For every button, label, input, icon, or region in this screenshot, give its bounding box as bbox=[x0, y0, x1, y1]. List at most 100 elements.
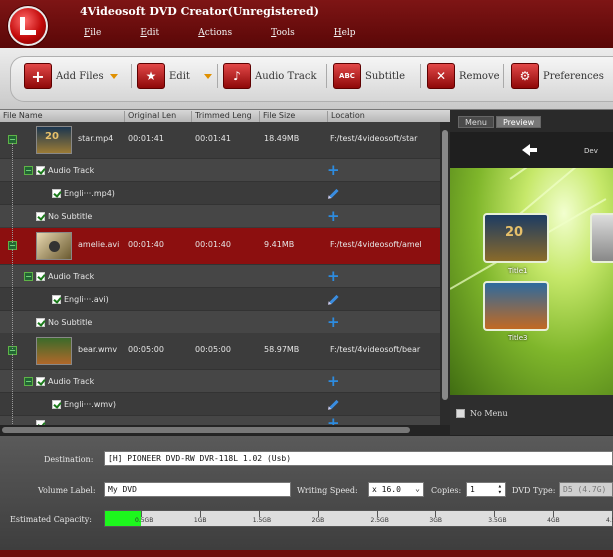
column-original-length[interactable]: Original Len bbox=[125, 111, 192, 122]
column-file-size[interactable]: File Size bbox=[260, 111, 328, 122]
subtitle-checkbox[interactable] bbox=[36, 318, 45, 327]
chevron-down-icon[interactable]: ⌄ bbox=[415, 484, 420, 493]
menu-preview-screen: 20 Title1 Title3 bbox=[450, 168, 613, 395]
remove-button[interactable]: ✕ Remove bbox=[427, 62, 500, 90]
file-location: F:/test/4videosoft/amel bbox=[330, 240, 422, 249]
add-subtitle-icon[interactable]: + bbox=[327, 313, 340, 331]
file-size: 18.49MB bbox=[264, 134, 300, 143]
subtitle-label: Subtitle bbox=[365, 70, 406, 82]
audio-item-row[interactable]: Engli···.wmv) bbox=[0, 392, 440, 415]
dvd-type-select[interactable]: D5 (4.7G) bbox=[559, 482, 613, 497]
capacity-bar: 0.5GB 1GB 1.5GB 2GB 2.5GB 3GB 3.5GB 4GB 4.5GB bbox=[104, 510, 613, 527]
original-length: 00:05:00 bbox=[128, 345, 164, 354]
destination-label: Destination: bbox=[44, 455, 94, 464]
column-trimmed-length[interactable]: Trimmed Leng bbox=[192, 111, 260, 122]
add-audio-icon[interactable]: + bbox=[327, 372, 340, 390]
capacity-tick-label: 4.5GB bbox=[606, 517, 613, 524]
scrollbar-thumb[interactable] bbox=[442, 130, 448, 400]
trimmed-length: 00:05:00 bbox=[195, 345, 231, 354]
tab-menu[interactable]: Menu bbox=[458, 116, 494, 128]
title-thumbnail-1[interactable]: 20 bbox=[483, 213, 549, 263]
menu-file[interactable]: File bbox=[84, 28, 101, 44]
audio-item-row[interactable]: Engli···.avi) bbox=[0, 287, 440, 310]
collapse-toggle-icon[interactable]: − bbox=[24, 377, 33, 386]
subtitle-row[interactable]: + bbox=[0, 415, 440, 425]
add-subtitle-icon[interactable]: + bbox=[327, 207, 340, 225]
dropdown-arrow-icon[interactable] bbox=[203, 73, 212, 79]
edit-pencil-icon[interactable] bbox=[329, 294, 339, 305]
add-subtitle-icon[interactable]: + bbox=[327, 416, 340, 425]
add-files-button[interactable]: + Add Files bbox=[24, 62, 118, 90]
audio-checkbox[interactable] bbox=[36, 166, 45, 175]
writing-speed-select[interactable]: x 16.0 ⌄ bbox=[368, 482, 424, 497]
audio-track-row[interactable]: − Audio Track + bbox=[0, 369, 440, 392]
list-vertical-scrollbar[interactable] bbox=[440, 122, 450, 435]
file-row[interactable]: − 20 star.mp4 00:01:41 00:01:41 18.49MB … bbox=[0, 122, 440, 158]
title-1-label: Title1 bbox=[508, 267, 528, 275]
audio-track-label: Audio Track bbox=[255, 70, 317, 82]
title-thumbnail-3[interactable] bbox=[483, 281, 549, 331]
edit-button[interactable]: ★ Edit bbox=[137, 62, 212, 90]
audio-item-checkbox[interactable] bbox=[52, 400, 61, 409]
audio-item-name: Engli···.avi) bbox=[64, 295, 109, 304]
audio-item-row[interactable]: Engli···.mp4) bbox=[0, 181, 440, 204]
writing-speed-label: Writing Speed: bbox=[297, 486, 358, 495]
subtitle-row[interactable]: No Subtitle + bbox=[0, 310, 440, 333]
subtitle-label: No Subtitle bbox=[48, 212, 93, 221]
menu-tools[interactable]: Tools bbox=[271, 28, 295, 44]
edit-pencil-icon[interactable] bbox=[329, 399, 339, 410]
toolbar-divider bbox=[503, 64, 504, 88]
capacity-tick-label: 4GB bbox=[547, 517, 560, 524]
toolbar-divider bbox=[217, 64, 218, 88]
nav-text: Dev bbox=[584, 147, 598, 155]
audio-item-checkbox[interactable] bbox=[52, 189, 61, 198]
scrollbar-thumb[interactable] bbox=[2, 427, 410, 433]
subtitle-checkbox[interactable] bbox=[36, 212, 45, 221]
capacity-tick-label: 3.5GB bbox=[488, 517, 507, 524]
audio-checkbox[interactable] bbox=[36, 272, 45, 281]
trimmed-length: 00:01:41 bbox=[195, 134, 231, 143]
preferences-label: Preferences bbox=[543, 70, 604, 82]
destination-select[interactable]: [H] PIONEER DVD-RW DVR-118L 1.02 (Usb) bbox=[104, 451, 613, 466]
column-file-name[interactable]: File Name bbox=[0, 111, 125, 122]
back-arrow-icon[interactable] bbox=[522, 144, 537, 156]
dvd-type-label: DVD Type: bbox=[512, 486, 556, 495]
stepper-arrows-icon[interactable]: ▴ ▾ bbox=[498, 483, 502, 496]
audio-track-label: Audio Track bbox=[48, 272, 95, 281]
tree-line bbox=[12, 143, 13, 243]
audio-checkbox[interactable] bbox=[36, 377, 45, 386]
file-row[interactable]: − bear.wmv 00:05:00 00:05:00 58.97MB F:/… bbox=[0, 333, 440, 369]
no-menu-checkbox[interactable] bbox=[456, 409, 465, 418]
file-location: F:/test/4videosoft/star bbox=[330, 134, 418, 143]
audio-track-row[interactable]: − Audio Track + bbox=[0, 158, 440, 181]
list-horizontal-scrollbar[interactable] bbox=[0, 425, 450, 435]
subtitle-row[interactable]: No Subtitle + bbox=[0, 204, 440, 227]
title-3-label: Title3 bbox=[508, 334, 528, 342]
subtitle-button[interactable]: ABC Subtitle bbox=[333, 62, 405, 90]
dropdown-arrow-icon[interactable] bbox=[109, 73, 118, 79]
menu-actions[interactable]: Actions bbox=[198, 28, 232, 44]
audio-track-button[interactable]: ♪ Audio Track bbox=[223, 62, 317, 90]
volume-label-input[interactable]: My DVD bbox=[104, 482, 291, 497]
add-audio-icon[interactable]: + bbox=[327, 161, 340, 179]
edit-pencil-icon[interactable] bbox=[329, 188, 339, 199]
audio-item-checkbox[interactable] bbox=[52, 295, 61, 304]
collapse-toggle-icon[interactable]: − bbox=[24, 166, 33, 175]
add-audio-icon[interactable]: + bbox=[327, 267, 340, 285]
audio-track-row[interactable]: − Audio Track + bbox=[0, 264, 440, 287]
menu-help[interactable]: Help bbox=[334, 28, 356, 44]
title-thumbnail-2[interactable] bbox=[590, 213, 613, 263]
edit-effects-icon: ★ bbox=[137, 63, 165, 89]
file-row-selected[interactable]: − amelie.avi 00:01:40 00:01:40 9.41MB F:… bbox=[0, 228, 440, 264]
audio-track-label: Audio Track bbox=[48, 166, 95, 175]
collapse-toggle-icon[interactable]: − bbox=[24, 272, 33, 281]
capacity-tick-label: 3GB bbox=[429, 517, 442, 524]
copies-stepper[interactable]: 1 ▴ ▾ bbox=[466, 482, 506, 497]
column-location[interactable]: Location bbox=[328, 111, 450, 122]
file-list: File Name Original Len Trimmed Leng File… bbox=[0, 110, 450, 435]
file-location: F:/test/4videosoft/bear bbox=[330, 345, 421, 354]
preview-tabs: Menu Preview bbox=[450, 110, 613, 132]
menu-edit[interactable]: Edit bbox=[140, 28, 159, 44]
preferences-button[interactable]: ⚙ Preferences bbox=[511, 62, 604, 90]
tab-preview[interactable]: Preview bbox=[496, 116, 542, 128]
